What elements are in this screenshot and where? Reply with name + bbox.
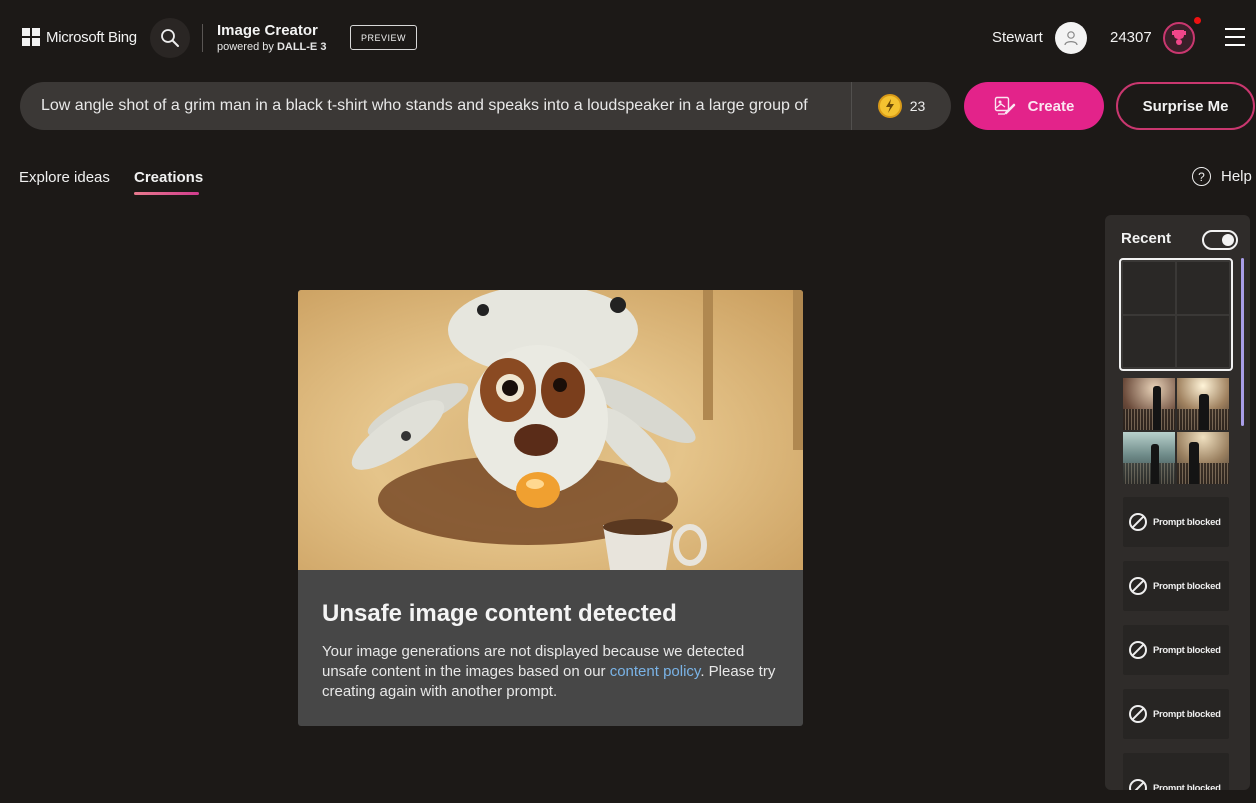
menu-icon-bar [1225, 28, 1245, 30]
toggle-knob [1222, 234, 1234, 246]
hamburger-menu-button[interactable] [1225, 28, 1245, 46]
empty-thumbnail [1123, 262, 1175, 314]
recent-item-selected[interactable] [1119, 258, 1233, 371]
thumbnail-image [1123, 432, 1175, 484]
user-name[interactable]: Stewart [992, 29, 1043, 46]
result-description: Your image generations are not displayed… [322, 642, 779, 702]
recent-panel: Recent Prompt blocked Prompt blocked Pro… [1105, 215, 1250, 790]
search-icon [161, 29, 179, 47]
empty-thumbnail [1177, 315, 1229, 367]
active-tab-indicator [134, 192, 199, 195]
rewards-button[interactable] [1163, 22, 1195, 54]
thumbnail-image [1177, 378, 1229, 430]
menu-icon-bar [1225, 44, 1245, 46]
blocked-icon [1129, 779, 1147, 790]
subtitle-prefix: powered by [217, 41, 277, 53]
tab-explore-ideas[interactable]: Explore ideas [19, 169, 110, 186]
result-title: Unsafe image content detected [322, 600, 677, 627]
result-message: Unsafe image content detected Your image… [298, 570, 803, 702]
recent-item-blocked[interactable]: Prompt blocked [1123, 497, 1229, 547]
preview-badge: PREVIEW [350, 25, 417, 50]
recent-item-blocked[interactable]: Prompt blocked [1123, 561, 1229, 611]
boost-coin-icon [877, 94, 902, 118]
app-title-block[interactable]: Image Creator powered by DALL-E 3 [217, 22, 326, 53]
image-create-icon [994, 96, 1015, 115]
header-divider [202, 24, 203, 52]
help-label: Help [1221, 168, 1252, 185]
thumbnail-image [1177, 432, 1229, 484]
blocked-icon [1129, 513, 1147, 531]
reward-points[interactable]: 24307 [1110, 29, 1152, 46]
menu-icon-bar [1225, 36, 1245, 38]
microsoft-bing-logo[interactable]: Microsoft Bing [22, 28, 137, 46]
content-policy-link[interactable]: content policy [610, 663, 701, 680]
blocked-icon [1129, 641, 1147, 659]
notification-dot [1194, 17, 1201, 24]
surprise-me-button[interactable]: Surprise Me [1116, 82, 1255, 130]
help-icon: ? [1192, 167, 1211, 186]
app-subtitle: powered by DALL-E 3 [217, 41, 326, 53]
recent-toggle[interactable] [1202, 230, 1238, 250]
blocked-label: Prompt blocked [1153, 644, 1221, 656]
blocked-label: Prompt blocked [1153, 708, 1221, 720]
recent-item-blocked[interactable]: Prompt blocked [1123, 625, 1229, 675]
empty-thumbnail [1177, 262, 1229, 314]
blocked-icon [1129, 577, 1147, 595]
model-name: DALL-E 3 [276, 41, 327, 53]
top-bar: Microsoft Bing Image Creator powered by … [0, 0, 1256, 75]
user-icon [1064, 31, 1078, 46]
blocked-label: Prompt blocked [1153, 516, 1221, 528]
help-button[interactable]: ? Help [1192, 167, 1252, 186]
trophy-icon [1172, 30, 1186, 45]
blocked-icon [1129, 705, 1147, 723]
dog-illustration [351, 290, 803, 570]
blocked-label: Prompt blocked [1153, 782, 1221, 791]
prompt-bar: 23 [20, 82, 951, 130]
brand-name: Microsoft Bing [46, 28, 137, 46]
microsoft-logo-icon [22, 28, 40, 46]
boost-count: 23 [909, 98, 926, 114]
blocked-label: Prompt blocked [1153, 580, 1221, 592]
boosts-indicator[interactable]: 23 [851, 82, 951, 130]
recent-item-blocked[interactable]: Prompt blocked [1123, 753, 1229, 790]
tab-creations[interactable]: Creations [134, 169, 203, 186]
recent-item-images[interactable] [1123, 378, 1229, 484]
create-label: Create [1027, 97, 1075, 115]
recent-item-blocked[interactable]: Prompt blocked [1123, 689, 1229, 739]
empty-thumbnail [1123, 315, 1175, 367]
unsafe-content-card: Unsafe image content detected Your image… [298, 290, 803, 726]
lightning-icon [885, 99, 894, 113]
recent-scrollbar[interactable] [1241, 258, 1244, 426]
avatar[interactable] [1055, 22, 1087, 54]
prompt-input[interactable] [20, 82, 851, 130]
search-button[interactable] [150, 18, 190, 58]
placeholder-dog-image [298, 290, 803, 570]
app-title: Image Creator [217, 22, 318, 39]
create-button[interactable]: Create [964, 82, 1104, 130]
recent-title: Recent [1121, 230, 1172, 247]
thumbnail-image [1123, 378, 1175, 430]
